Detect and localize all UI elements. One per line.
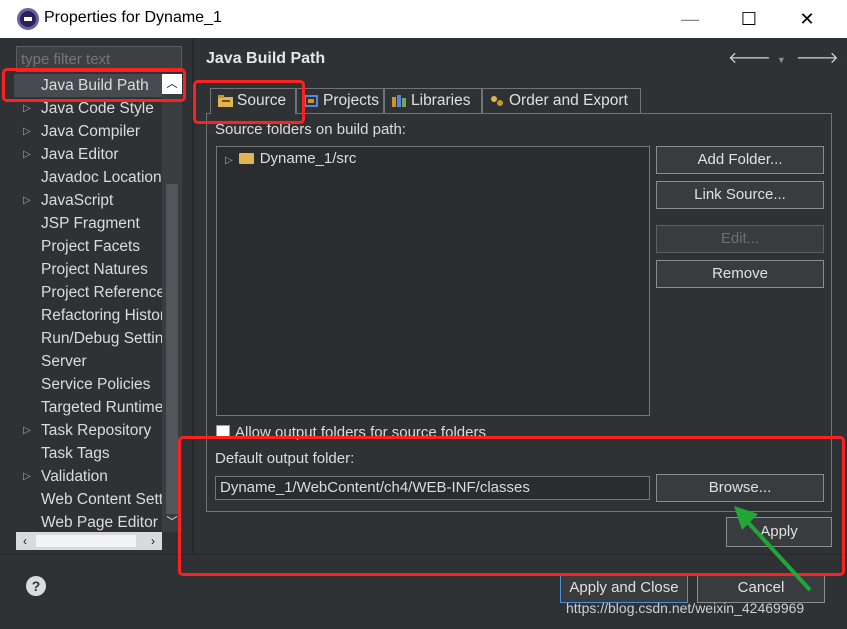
sidebar-item-label: Java Editor bbox=[41, 146, 119, 163]
remove-button[interactable]: Remove bbox=[656, 260, 824, 288]
sidebar-item-java-compiler[interactable]: ▷ Java Compiler bbox=[14, 120, 162, 143]
tab-label: Libraries bbox=[411, 92, 471, 109]
sidebar-item-refactoring-history[interactable]: Refactoring History bbox=[14, 304, 162, 327]
sidebar-item-javadoc-location[interactable]: Javadoc Location bbox=[14, 166, 162, 189]
sidebar-item-label: Project References bbox=[41, 284, 162, 301]
tree-node-label: Dyname_1/src bbox=[259, 150, 357, 167]
sidebar-item-label: Task Repository bbox=[41, 422, 152, 439]
sidebar-item-project-references[interactable]: Project References bbox=[14, 281, 162, 304]
expand-icon[interactable]: ▷ bbox=[23, 419, 31, 442]
tree-horizontal-scrollbar[interactable]: ‹ › bbox=[16, 532, 162, 550]
close-button[interactable]: ✕ bbox=[785, 4, 829, 34]
tab-order-and-export[interactable]: Order and Export bbox=[482, 88, 641, 114]
sidebar-item-label: Validation bbox=[41, 468, 108, 485]
sidebar-item-label: Project Facets bbox=[41, 238, 141, 255]
property-page-tree: Java Build Path ▷ Java Code Style ▷ Java C… bbox=[14, 74, 162, 532]
property-page-navigator: Java Build Path ▷Java Code Style ▷Java C… bbox=[14, 44, 184, 554]
page-title: Java Build Path bbox=[206, 50, 326, 67]
minimize-button[interactable]: — bbox=[668, 4, 712, 34]
libraries-icon bbox=[392, 95, 406, 107]
sidebar-item-label: Run/Debug Settings bbox=[41, 330, 162, 347]
tree-node-src[interactable]: ▷ Dyname_1/src bbox=[225, 150, 356, 167]
sidebar-item-label: Java Compiler bbox=[41, 123, 141, 140]
sidebar-item-label: Task Tags bbox=[41, 445, 110, 462]
tab-label: Order and Export bbox=[509, 92, 628, 109]
link-source-button[interactable]: Link Source... bbox=[656, 181, 824, 209]
sidebar-item-web-page-editor[interactable]: Web Page Editor bbox=[14, 511, 162, 532]
tab-label: Projects bbox=[323, 92, 379, 109]
sidebar-item-web-content-settings[interactable]: Web Content Settings bbox=[14, 488, 162, 511]
sidebar-item-label: Refactoring History bbox=[41, 307, 162, 324]
sidebar-item-label: Web Content Settings bbox=[41, 491, 162, 508]
sidebar-item-javascript[interactable]: ▷ JavaScript bbox=[14, 189, 162, 212]
sidebar-item-label: Targeted Runtimes bbox=[41, 399, 162, 416]
sidebar-item-targeted-runtimes[interactable]: Targeted Runtimes bbox=[14, 396, 162, 419]
scroll-left-icon[interactable]: ‹ bbox=[16, 532, 34, 550]
sidebar-item-label: Javadoc Location bbox=[41, 169, 162, 186]
sidebar-item-run-debug-settings[interactable]: Run/Debug Settings bbox=[14, 327, 162, 350]
sidebar-item-server[interactable]: Server bbox=[14, 350, 162, 373]
annotation-arrow-icon bbox=[734, 506, 812, 592]
highlight-box-build-path bbox=[2, 68, 186, 102]
sidebar-item-label: Project Natures bbox=[41, 261, 148, 278]
tab-libraries[interactable]: Libraries bbox=[384, 88, 482, 114]
sidebar-item-label: Web Page Editor bbox=[41, 514, 158, 531]
tab-projects[interactable]: Projects bbox=[296, 88, 384, 114]
expand-icon[interactable]: ▷ bbox=[23, 465, 31, 488]
scrollbar-thumb[interactable] bbox=[166, 184, 178, 514]
window-titlebar: Properties for Dyname_1 — ☐ ✕ bbox=[0, 0, 847, 38]
edit-button[interactable]: Edit... bbox=[656, 225, 824, 253]
sidebar-item-label: JavaScript bbox=[41, 192, 114, 209]
scroll-right-icon[interactable]: › bbox=[144, 532, 162, 550]
sidebar-item-service-policies[interactable]: Service Policies bbox=[14, 373, 162, 396]
sidebar-item-task-tags[interactable]: Task Tags bbox=[14, 442, 162, 465]
add-folder-button[interactable]: Add Folder... bbox=[656, 146, 824, 174]
sidebar-item-label: Java Code Style bbox=[41, 100, 154, 117]
sidebar-item-project-natures[interactable]: Project Natures bbox=[14, 258, 162, 281]
expand-icon[interactable]: ▷ bbox=[225, 155, 233, 166]
scrollbar-thumb[interactable] bbox=[36, 535, 136, 547]
window-title: Properties for Dyname_1 bbox=[44, 9, 222, 26]
expand-icon[interactable]: ▷ bbox=[23, 189, 31, 212]
projects-icon bbox=[304, 95, 318, 107]
forward-arrow-icon[interactable]: 🡒 bbox=[796, 47, 839, 68]
sidebar-item-label: Server bbox=[41, 353, 87, 370]
sidebar-item-label: JSP Fragment bbox=[41, 215, 140, 232]
help-icon[interactable]: ? bbox=[26, 576, 46, 596]
highlight-box-source-tab bbox=[193, 80, 305, 124]
sidebar-item-task-repository[interactable]: ▷ Task Repository bbox=[14, 419, 162, 442]
watermark: https://blog.csdn.net/weixin_42469969 bbox=[566, 600, 805, 616]
apply-and-close-button[interactable]: Apply and Close bbox=[560, 573, 688, 603]
back-dropdown-icon[interactable]: ▼ bbox=[777, 55, 786, 65]
source-folders-tree[interactable]: ▷ Dyname_1/src bbox=[216, 146, 650, 416]
sidebar-item-java-editor[interactable]: ▷ Java Editor bbox=[14, 143, 162, 166]
source-folder-icon bbox=[238, 153, 254, 164]
expand-icon[interactable]: ▷ bbox=[23, 120, 31, 143]
back-arrow-icon[interactable]: 🡐 bbox=[728, 47, 771, 68]
order-export-icon bbox=[491, 96, 503, 106]
eclipse-icon bbox=[17, 8, 39, 30]
history-navigation: 🡐▼🡒▼▼ bbox=[728, 47, 847, 68]
sidebar-item-validation[interactable]: ▷ Validation bbox=[14, 465, 162, 488]
sidebar-item-jsp-fragment[interactable]: JSP Fragment bbox=[14, 212, 162, 235]
sidebar-item-label: Service Policies bbox=[41, 376, 151, 393]
maximize-button[interactable]: ☐ bbox=[727, 4, 771, 34]
sidebar-item-project-facets[interactable]: Project Facets bbox=[14, 235, 162, 258]
expand-icon[interactable]: ▷ bbox=[23, 143, 31, 166]
